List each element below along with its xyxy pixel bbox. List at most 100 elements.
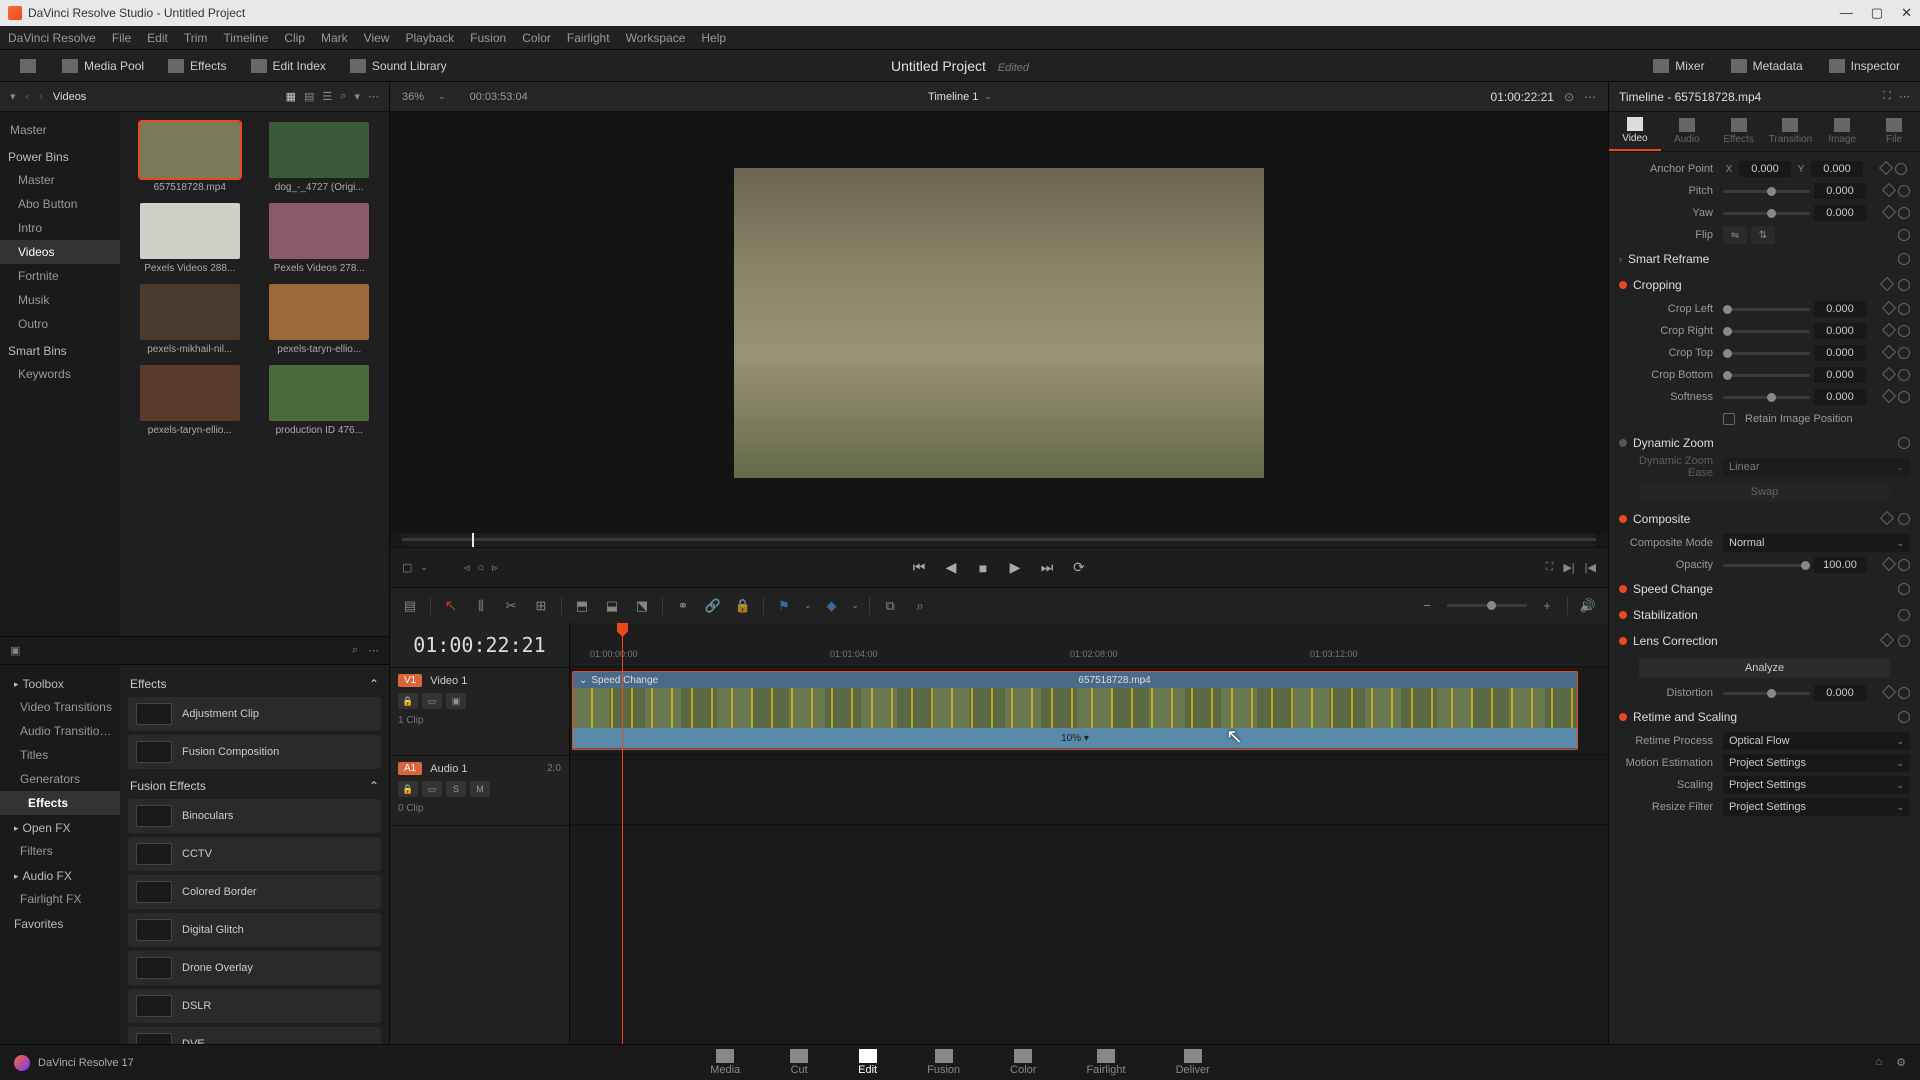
timeline-playhead[interactable] xyxy=(622,623,623,1044)
link-chain-icon[interactable]: 🔗 xyxy=(703,596,723,616)
link-icon[interactable]: ⚭ xyxy=(673,596,693,616)
crop-bottom-field[interactable]: 0.000 xyxy=(1814,367,1866,383)
flag-icon[interactable]: ⚑ xyxy=(774,596,794,616)
play-button[interactable]: ▶ xyxy=(1006,559,1024,577)
resize-filter-select[interactable]: Project Settings⌄ xyxy=(1723,798,1910,816)
fx-dve[interactable]: DVE xyxy=(128,1027,381,1044)
anchor-y-field[interactable]: 0.000 xyxy=(1811,161,1863,177)
menu-fairlight[interactable]: Fairlight xyxy=(567,31,610,45)
nav-media[interactable]: Media xyxy=(710,1049,740,1076)
fx-cctv[interactable]: CCTV xyxy=(128,837,381,871)
smart-bins-head[interactable]: Smart Bins xyxy=(0,336,120,362)
smart-reframe-section[interactable]: ›Smart Reframe xyxy=(1619,246,1910,272)
fx-tree-titles[interactable]: Titles xyxy=(0,743,120,767)
fx-favorites[interactable]: Favorites xyxy=(0,911,120,935)
audio-track-row[interactable] xyxy=(570,755,1608,825)
clip-thumb[interactable]: Pexels Videos 288... xyxy=(130,203,250,274)
bin-keywords[interactable]: Keywords xyxy=(0,362,120,386)
viewer-tc-options-icon[interactable]: ⊙ xyxy=(1564,90,1574,104)
speed-change-section[interactable]: Speed Change xyxy=(1619,576,1910,602)
bin-musik[interactable]: Musik xyxy=(0,288,120,312)
fx-tree-filters[interactable]: Filters xyxy=(0,839,120,863)
layout-button[interactable] xyxy=(10,55,46,77)
flip-h-button[interactable]: ⇋ xyxy=(1723,226,1747,244)
fx-adjustment-clip[interactable]: Adjustment Clip xyxy=(128,697,381,731)
menu-fusion[interactable]: Fusion xyxy=(470,31,506,45)
clip-speed[interactable]: 10% xyxy=(1061,733,1081,744)
zoom-in-icon[interactable]: + xyxy=(1537,596,1557,616)
match-io-icon[interactable]: ○ xyxy=(477,562,484,574)
match-frame-icon[interactable]: ◃ xyxy=(464,561,470,574)
clip-thumb[interactable]: pexels-taryn-ellio... xyxy=(130,365,250,436)
first-frame-button[interactable]: ⏮ xyxy=(910,559,928,577)
clip-thumb[interactable]: pexels-mikhail-nil... xyxy=(130,284,250,355)
menu-edit[interactable]: Edit xyxy=(147,31,168,45)
inspector-button[interactable]: Inspector xyxy=(1819,55,1910,77)
strip-view-icon[interactable]: ▤ xyxy=(304,90,314,103)
motion-estimation-select[interactable]: Project Settings⌄ xyxy=(1723,754,1910,772)
reset-icon[interactable] xyxy=(1898,229,1910,241)
clip-thumb[interactable]: 657518728.mp4 xyxy=(130,122,250,193)
prev-edit-icon[interactable]: |◀ xyxy=(1585,561,1596,574)
zoom-out-icon[interactable]: − xyxy=(1417,596,1437,616)
yaw-field[interactable]: 0.000 xyxy=(1814,205,1866,221)
menu-color[interactable]: Color xyxy=(522,31,551,45)
audio-icon[interactable]: 🔊 xyxy=(1578,596,1598,616)
nav-fwd-icon[interactable]: › xyxy=(39,91,43,103)
loop-button[interactable]: ⟳ xyxy=(1070,559,1088,577)
fx-dslr[interactable]: DSLR xyxy=(128,989,381,1023)
retime-process-select[interactable]: Optical Flow⌄ xyxy=(1723,732,1910,750)
track-header-a1[interactable]: A1Audio 12.0🔒▭SM0 Clip xyxy=(390,756,569,826)
insert-clip-icon[interactable]: ⬒ xyxy=(572,596,592,616)
cropping-section[interactable]: Cropping xyxy=(1619,272,1910,298)
next-edit-icon[interactable]: ▶| xyxy=(1563,561,1574,574)
bin-master[interactable]: Master xyxy=(0,168,120,192)
softness-field[interactable]: 0.000 xyxy=(1814,389,1866,405)
overwrite-clip-icon[interactable]: ⬓ xyxy=(602,596,622,616)
timeline-name[interactable]: Timeline 1 xyxy=(928,91,978,103)
retime-scaling-section[interactable]: Retime and Scaling xyxy=(1619,704,1910,730)
timeline-ruler[interactable]: 01:00:00:0001:01:04:0001:02:08:0001:03:1… xyxy=(570,623,1608,667)
fx-digital-glitch[interactable]: Digital Glitch xyxy=(128,913,381,947)
trim-tool[interactable]: ⫼ xyxy=(471,596,491,616)
flip-v-button[interactable]: ⇅ xyxy=(1751,226,1775,244)
crop-right-slider[interactable] xyxy=(1723,330,1810,333)
scaling-select[interactable]: Project Settings⌄ xyxy=(1723,776,1910,794)
viewer[interactable] xyxy=(390,112,1608,533)
match-next-icon[interactable]: ▹ xyxy=(492,561,498,574)
viewer-scrubber[interactable] xyxy=(402,533,1596,547)
media-options-icon[interactable]: ⋯ xyxy=(368,644,379,657)
inspector-tab-image[interactable]: Image xyxy=(1816,112,1868,151)
zoom-search-icon[interactable]: ⌕ xyxy=(910,596,930,616)
distortion-slider[interactable] xyxy=(1723,692,1810,695)
nav-deliver[interactable]: Deliver xyxy=(1176,1049,1210,1076)
lock-icon[interactable]: 🔒 xyxy=(733,596,753,616)
options-icon[interactable]: ⋯ xyxy=(368,90,379,103)
bin-fortnite[interactable]: Fortnite xyxy=(0,264,120,288)
scrubber-playhead[interactable] xyxy=(472,533,474,547)
opacity-slider[interactable] xyxy=(1723,564,1810,567)
reset-icon[interactable] xyxy=(1895,163,1907,175)
last-frame-button[interactable]: ⏭ xyxy=(1038,559,1056,577)
crop-right-field[interactable]: 0.000 xyxy=(1814,323,1866,339)
menu-trim[interactable]: Trim xyxy=(184,31,208,45)
crop-left-field[interactable]: 0.000 xyxy=(1814,301,1866,317)
inspector-options-icon[interactable]: ⋯ xyxy=(1899,90,1910,103)
dynamic-zoom-section[interactable]: Dynamic Zoom xyxy=(1619,430,1910,456)
fullscreen-icon[interactable]: ⛶ xyxy=(1546,561,1554,574)
crop-left-slider[interactable] xyxy=(1723,308,1810,311)
inspector-tab-file[interactable]: File xyxy=(1868,112,1920,151)
media-search-icon[interactable]: ⌕ xyxy=(352,644,358,657)
nav-cut[interactable]: Cut xyxy=(790,1049,808,1076)
media-view-icon[interactable]: ▣ xyxy=(10,644,20,657)
snap-icon[interactable]: ⧉ xyxy=(880,596,900,616)
inspector-tab-effects[interactable]: Effects xyxy=(1713,112,1765,151)
nav-fairlight[interactable]: Fairlight xyxy=(1086,1049,1125,1076)
timeline-clip[interactable]: ⌄Speed Change 657518728.mp4 10% ▾ xyxy=(572,671,1578,750)
power-bins-head[interactable]: Power Bins xyxy=(0,142,120,168)
inspector-tab-audio[interactable]: Audio xyxy=(1661,112,1713,151)
softness-slider[interactable] xyxy=(1723,396,1810,399)
list-view-icon[interactable]: ☰ xyxy=(322,90,332,103)
sound-lib-button[interactable]: Sound Library xyxy=(340,55,457,77)
menu-view[interactable]: View xyxy=(364,31,390,45)
